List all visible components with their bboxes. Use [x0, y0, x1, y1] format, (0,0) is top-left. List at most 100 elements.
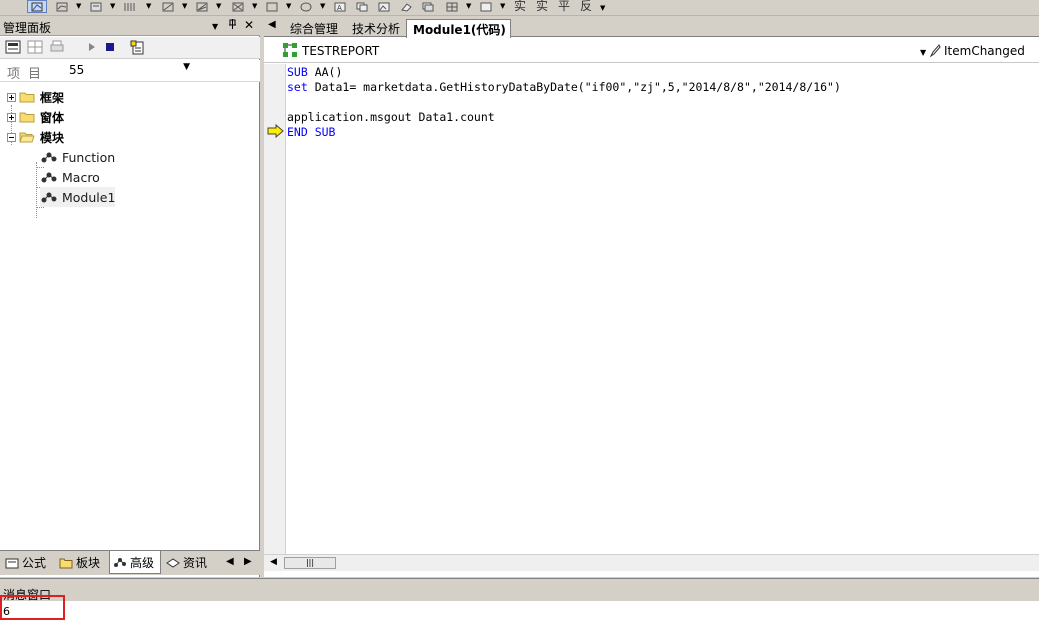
dropdown-icon[interactable]: ▼: [286, 2, 291, 10]
event-icon: [929, 43, 941, 60]
tree-node-frame[interactable]: 框架: [7, 87, 64, 107]
folder-open-icon: [19, 131, 35, 143]
tab-technical-analysis[interactable]: 技术分析: [346, 19, 404, 37]
collapse-icon[interactable]: [7, 132, 16, 142]
object-dropdown[interactable]: TESTREPORT ▼: [282, 42, 926, 61]
properties-icon[interactable]: [5, 40, 21, 56]
rectangle-icon[interactable]: [262, 0, 282, 13]
panel-menu-icon[interactable]: ▼: [212, 22, 218, 31]
grid-icon[interactable]: [442, 0, 462, 13]
tab-scroll-left-icon[interactable]: ◀: [226, 556, 234, 567]
eraser-icon[interactable]: [396, 0, 416, 13]
tree-item-macro[interactable]: Macro: [40, 167, 100, 187]
tab-scroll-right-icon[interactable]: ▶: [244, 556, 252, 567]
dropdown-icon[interactable]: ▼: [500, 2, 505, 10]
dropdown-icon[interactable]: ▼: [466, 2, 471, 10]
image-tool-icon[interactable]: [374, 0, 394, 13]
chart-select-icon[interactable]: [27, 0, 47, 13]
dropdown-icon[interactable]: ▼: [216, 2, 221, 10]
tab-label: 资讯: [183, 556, 208, 570]
tree-node-label: 窗体: [40, 110, 65, 125]
tab-label: Module1(代码): [413, 23, 506, 37]
new-item-icon[interactable]: [130, 40, 146, 56]
expand-icon[interactable]: [7, 92, 16, 102]
dropdown-icon[interactable]: ▼: [76, 2, 81, 10]
dropdown-icon[interactable]: ▼: [110, 2, 115, 10]
code-line[interactable]: END SUB: [287, 125, 1027, 140]
fan-line-icon[interactable]: [192, 0, 212, 13]
code-line[interactable]: SUB AA(): [287, 65, 1027, 80]
stop-icon[interactable]: [102, 40, 118, 56]
panel-title: 管理面板: [3, 21, 52, 35]
line-chart-icon[interactable]: [52, 0, 72, 13]
tree-item-module1[interactable]: Module1: [40, 187, 116, 207]
project-label: 项目: [7, 67, 50, 82]
dropdown-icon[interactable]: ▼: [252, 2, 257, 10]
dropdown-icon[interactable]: ▼: [182, 2, 187, 10]
pin-icon[interactable]: [228, 18, 237, 33]
tab-sector[interactable]: 板块: [56, 551, 108, 574]
tab-label: 公式: [22, 556, 47, 570]
ellipse-icon[interactable]: [296, 0, 316, 13]
code-navigation-bar: TESTREPORT ▼ ItemChanged: [264, 38, 1039, 63]
dropdown-icon[interactable]: ▼: [146, 2, 151, 10]
tree-node-form[interactable]: 窗体: [7, 107, 64, 127]
message-window: 消息窗口 6: [0, 578, 1039, 628]
project-selector-row: 项目 55 ▼: [0, 60, 260, 82]
toolbar-overflow-icon[interactable]: ▼: [600, 4, 605, 12]
code-text[interactable]: SUB AA() set Data1= marketdata.GetHistor…: [287, 65, 1027, 140]
tab-advanced[interactable]: 高级: [109, 551, 161, 574]
tab-formula[interactable]: 公式: [2, 551, 54, 574]
management-panel: 管理面板 ▼ ✕ 项目 55 ▼ 框架 窗体 模块 Function Macro…: [0, 17, 260, 577]
toolbar-glyph-2[interactable]: 实: [536, 0, 548, 14]
module-icon: [40, 150, 58, 164]
run-icon[interactable]: [84, 40, 100, 56]
document-tabs: ◀ 综合管理 技术分析 Module1(代码): [264, 17, 1039, 38]
tree-item-label: Macro: [62, 169, 100, 185]
horizontal-scrollbar[interactable]: ◀ |||: [264, 554, 1039, 571]
code-line[interactable]: [287, 95, 1027, 110]
code-line[interactable]: set Data1= marketdata.GetHistoryDataByDa…: [287, 80, 1027, 95]
code-line[interactable]: application.msgout Data1.count: [287, 110, 1027, 125]
code-editor: ◀ 综合管理 技术分析 Module1(代码) TESTREPORT ▼ Ite…: [264, 17, 1039, 577]
window-icon[interactable]: [476, 0, 496, 13]
scroll-left-icon[interactable]: ◀: [270, 557, 277, 567]
copy-icon[interactable]: [352, 0, 372, 13]
chevron-down-icon[interactable]: ▼: [920, 48, 926, 57]
close-icon[interactable]: ✕: [244, 18, 254, 32]
tab-news[interactable]: 资讯: [163, 551, 215, 574]
toolbar-glyph-4[interactable]: 反: [580, 0, 592, 14]
tab-general-management[interactable]: 综合管理: [284, 19, 342, 37]
panel-header: 管理面板 ▼ ✕: [0, 17, 260, 36]
list-icon[interactable]: [86, 0, 106, 13]
tab-label: 综合管理: [290, 22, 339, 36]
text-tool-icon[interactable]: A: [330, 0, 350, 13]
expand-icon[interactable]: [7, 112, 16, 122]
project-combo[interactable]: 55 ▼: [65, 61, 193, 79]
bar-columns-icon[interactable]: [120, 0, 140, 13]
dropdown-icon[interactable]: ▼: [320, 2, 325, 10]
scroll-thumb[interactable]: |||: [284, 557, 336, 569]
folder-icon: [19, 91, 35, 103]
project-value: 55: [69, 63, 85, 77]
tree-item-function[interactable]: Function: [40, 147, 115, 167]
chevron-down-icon[interactable]: ▼: [183, 62, 190, 72]
tabs-scroll-left-icon[interactable]: ◀: [268, 19, 276, 30]
layout-icon[interactable]: [27, 40, 43, 56]
object-name: TESTREPORT: [302, 44, 380, 58]
current-line-arrow-icon: [267, 123, 285, 141]
message-output[interactable]: 6: [0, 601, 1039, 628]
toolbar-glyph-1[interactable]: 实: [514, 0, 526, 14]
tab-module1-code[interactable]: Module1(代码): [406, 19, 511, 38]
toolbar-glyph-3[interactable]: 平: [558, 0, 570, 14]
tab-label: 技术分析: [352, 22, 401, 36]
cross-line-icon[interactable]: [228, 0, 248, 13]
draw-line-icon[interactable]: [158, 0, 178, 13]
event-dropdown[interactable]: ItemChanged: [944, 44, 1025, 58]
news-icon: [166, 557, 180, 569]
layers-icon[interactable]: [418, 0, 438, 13]
print-icon[interactable]: [49, 40, 65, 56]
report-object-icon: [282, 42, 298, 61]
tree-node-module[interactable]: 模块: [7, 127, 64, 147]
tab-label: 高级: [130, 555, 155, 570]
